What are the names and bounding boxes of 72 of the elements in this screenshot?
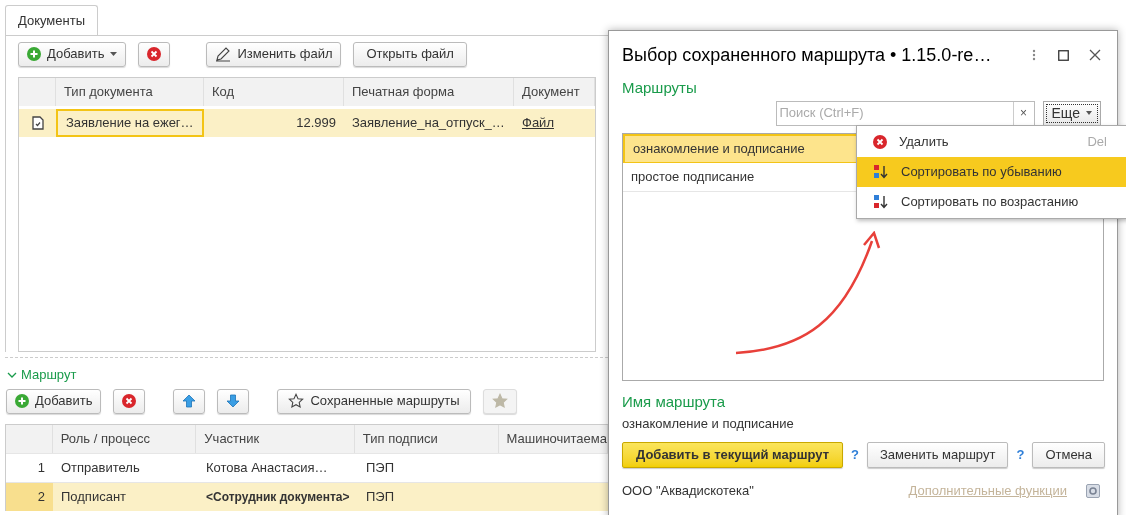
- search-field[interactable]: Поиск (Ctrl+F) ×: [775, 100, 1035, 126]
- pencil-icon: [215, 46, 232, 62]
- arrow-down-icon: [226, 394, 241, 408]
- open-file-button[interactable]: Открыть файл: [353, 41, 467, 67]
- column-header: Участник: [196, 425, 355, 453]
- table-cell-text: Котова Анастасия…: [205, 459, 329, 478]
- arrow-up-icon: [182, 394, 197, 408]
- file-link[interactable]: Файл: [522, 113, 554, 133]
- table-cell-text: Отправитель: [60, 459, 141, 478]
- delete-icon: [873, 135, 887, 149]
- clear-button[interactable]: ×: [1012, 101, 1034, 125]
- settings-icon[interactable]: [1086, 483, 1100, 498]
- add-button[interactable]: Добавить: [18, 41, 127, 67]
- row-number: 1: [36, 459, 46, 478]
- caret-icon: [110, 52, 118, 56]
- dialog-button[interactable]: Отмена: [1032, 441, 1106, 468]
- column-header: Печатная форма: [344, 78, 514, 106]
- column-header: Роль / процесс: [52, 425, 197, 453]
- header-cell: [19, 78, 56, 106]
- table-cell-text: ПЭП: [365, 488, 396, 507]
- close-icon[interactable]: [1089, 49, 1101, 61]
- table-cell-text: 12.999: [295, 114, 337, 133]
- row-number: 2: [6, 483, 53, 511]
- organization-name: ООО "Аквадискотека": [622, 481, 755, 500]
- sort-icon: [873, 194, 889, 210]
- help-icon[interactable]: ?: [1016, 444, 1025, 465]
- window-title: Выбор сохраненного маршрута • 1.15.0-re…: [622, 43, 993, 67]
- more-button[interactable]: Еще: [1042, 100, 1101, 126]
- move-up-button[interactable]: [173, 388, 206, 414]
- column-header: Тип документа: [56, 78, 204, 106]
- table-row[interactable]: Заявление на ежег… 12.999 Заявление_на_отпуск_… Файл: [19, 109, 595, 137]
- table-cell-text: <Сотрудник документа>: [205, 489, 351, 506]
- table-cell-text: Заявление_на_отпуск_…: [351, 114, 506, 133]
- dialog-button[interactable]: Заменить маршрут: [867, 441, 1009, 468]
- add-icon: [15, 394, 29, 408]
- caret-icon: [1086, 111, 1092, 115]
- sort-icon: [873, 164, 889, 180]
- delete-icon: [147, 47, 162, 61]
- section-title[interactable]: Маршрут: [21, 365, 77, 385]
- delete-icon: [122, 394, 137, 408]
- add-button[interactable]: Добавить: [6, 388, 102, 414]
- star-icon: [288, 393, 305, 409]
- column-header: Документ: [514, 78, 595, 106]
- delete-button[interactable]: [113, 388, 146, 414]
- menu-item[interactable]: Удалить Del: [857, 127, 1126, 157]
- maximize-icon[interactable]: [1058, 49, 1069, 61]
- saved-routes-button[interactable]: Сохраненные маршруты: [277, 388, 471, 414]
- section-title: Маршруты: [622, 78, 698, 97]
- help-icon[interactable]: ?: [851, 444, 859, 465]
- add-icon: [27, 47, 41, 61]
- add-to-route-button[interactable]: Добавить в текущий маршрут: [622, 441, 844, 468]
- more-icon[interactable]: [1032, 49, 1036, 61]
- column-header: Тип подписи: [354, 425, 499, 453]
- move-down-button[interactable]: [217, 388, 250, 414]
- delete-button[interactable]: [138, 41, 171, 67]
- menu-item[interactable]: Сортировать по возрастанию: [857, 187, 1126, 217]
- route-name: ознакомление и подписание: [622, 415, 795, 433]
- table-row[interactable]: 2 Подписант <Сотрудник документа> ПЭП: [6, 482, 608, 511]
- shortcut: Del: [1087, 133, 1107, 152]
- edit-file-button[interactable]: Изменить файл: [206, 41, 342, 67]
- tab[interactable]: Документы: [5, 5, 98, 35]
- chevron-down-icon[interactable]: [7, 370, 17, 380]
- column-header: Машиночитаема: [498, 425, 608, 453]
- column-header: Код: [204, 78, 344, 106]
- table-cell-text: ПЭП: [365, 459, 396, 478]
- star-icon: [491, 393, 508, 409]
- menu-item[interactable]: Сортировать по убыванию: [857, 157, 1126, 187]
- document-icon: [31, 116, 44, 130]
- table-cell-text: Подписант: [60, 488, 128, 507]
- header-cell: [6, 425, 53, 453]
- table-cell: Заявление на ежег…: [56, 109, 204, 137]
- field-label: Имя маршрута: [622, 392, 727, 411]
